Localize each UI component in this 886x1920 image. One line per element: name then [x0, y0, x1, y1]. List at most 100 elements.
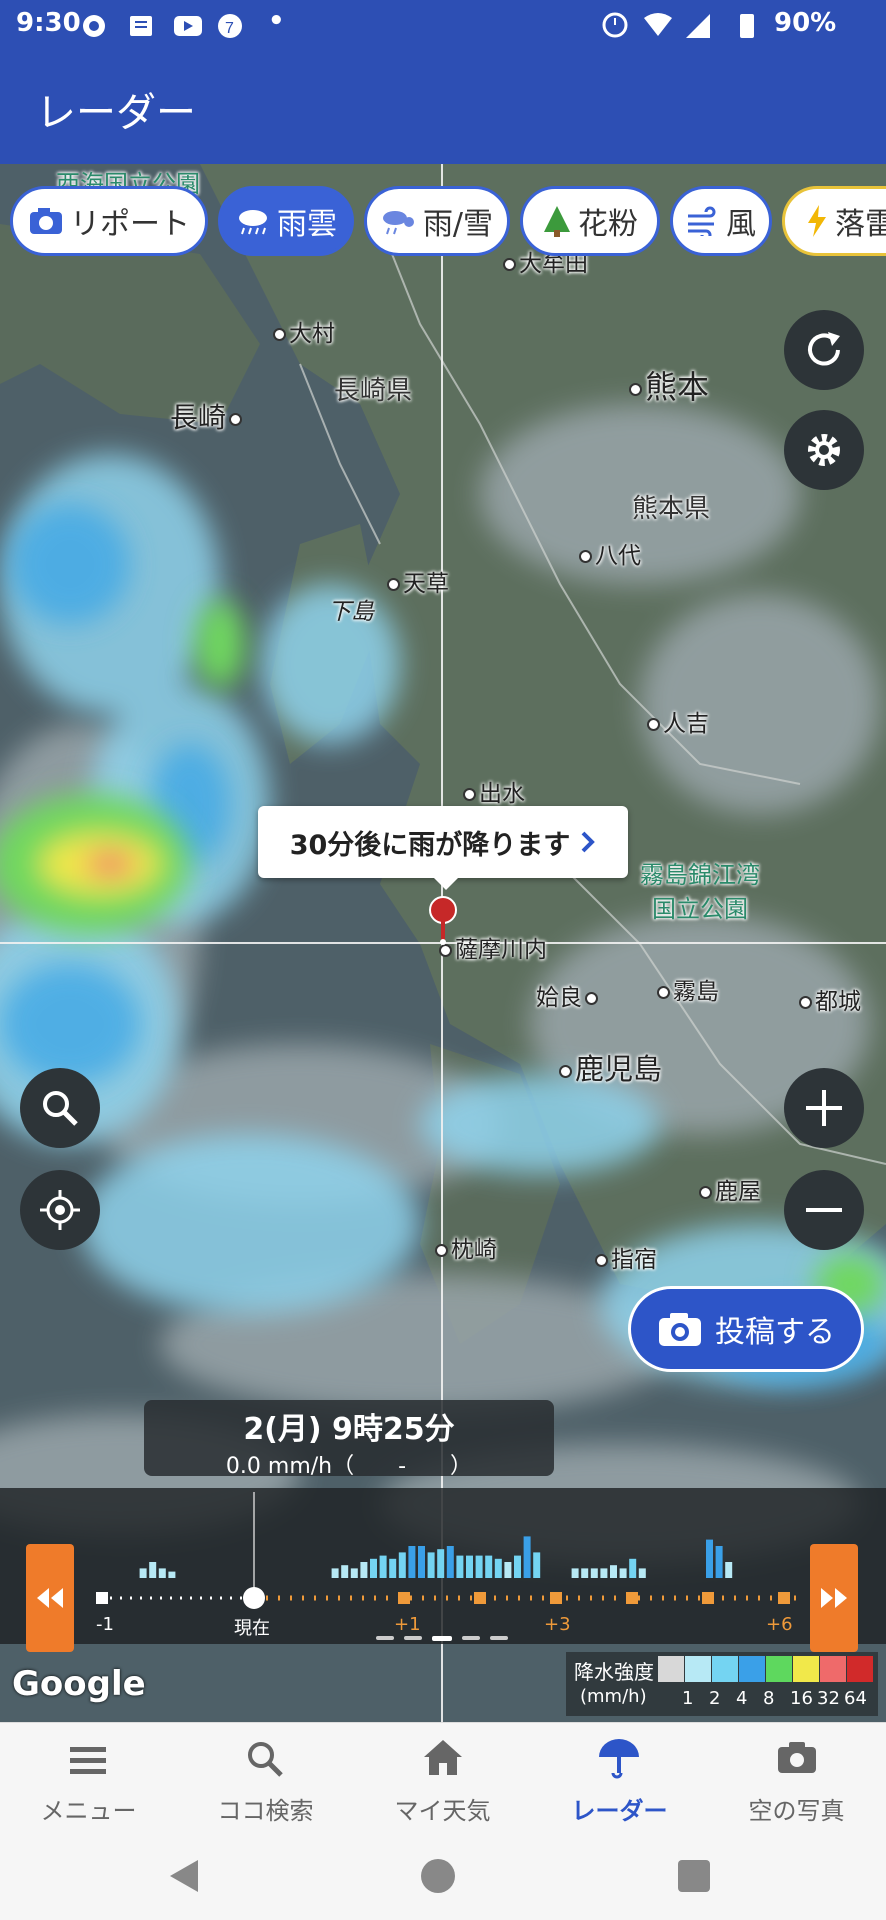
timeline-bar [389, 1558, 397, 1578]
back-icon[interactable] [164, 1856, 204, 1896]
label-kirishima-park: 霧島錦江湾 国立公園 [640, 861, 760, 923]
label-aira: 姶良 [536, 978, 601, 1012]
legend-title: 降水強度 [574, 1660, 654, 1684]
minus-icon [806, 1208, 842, 1212]
app-bar: レーダー [0, 50, 886, 164]
camera-icon [659, 1313, 701, 1346]
timeline-bar [629, 1558, 637, 1578]
time-info-box: 2(月) 9時25分 0.0 mm/h（ - ） [144, 1400, 554, 1479]
legend-value: 32 [817, 1688, 840, 1709]
timeline-bar [418, 1546, 425, 1578]
notification-icons: 7 [83, 14, 242, 38]
timeline-bar [360, 1562, 368, 1578]
chip-pollen[interactable]: 花粉 [520, 186, 660, 256]
legend-value: 64 [844, 1688, 867, 1709]
legend-swatch [739, 1656, 765, 1682]
timeline-panel[interactable]: -1 現在 +1 +3 +6 [0, 1488, 886, 1644]
label-kagoshima: 鹿児島 [556, 1046, 662, 1088]
timeline-bar [446, 1546, 454, 1578]
nav-my-weather[interactable]: マイ天気 [354, 1723, 531, 1833]
datetime-text: 2(月) 9時25分 [243, 1412, 455, 1447]
refresh-icon [808, 332, 840, 366]
bottom-nav: メニュー ココ検索 マイ天気 レーダー 空の写真 [0, 1722, 886, 1833]
recents-icon[interactable] [676, 1858, 712, 1894]
timeline-bar [638, 1568, 646, 1578]
svg-text:7: 7 [225, 20, 234, 37]
timeline-bar [715, 1546, 723, 1578]
fast-forward-icon [821, 1588, 847, 1608]
nav-radar[interactable]: レーダー [531, 1723, 708, 1833]
rain-forecast-popup[interactable]: 30分後に雨が降ります [258, 806, 628, 890]
timeline-bar [725, 1562, 733, 1578]
locate-icon [40, 1190, 80, 1230]
timeline-bar [590, 1568, 598, 1578]
nav-search-label: ココ検索 [217, 1797, 314, 1825]
fast-forward-button[interactable] [810, 1544, 858, 1652]
timeline-bar [398, 1552, 406, 1578]
nav-search[interactable]: ココ検索 [177, 1723, 354, 1833]
nav-sky-photos[interactable]: 空の写真 [708, 1723, 885, 1833]
rewind-button[interactable] [26, 1544, 74, 1652]
chip-report[interactable]: リポート [10, 186, 208, 256]
label-kumamoto: 熊本 [626, 362, 709, 408]
chip-wind[interactable]: 風 [670, 186, 772, 256]
chip-rain-snow-label: 雨/雪 [422, 207, 494, 242]
chip-rain-snow[interactable]: 雨/雪 [364, 186, 510, 256]
timeline-bar [437, 1549, 445, 1578]
current-location-button[interactable] [20, 1170, 100, 1250]
location-pin-icon[interactable] [428, 896, 458, 946]
search-icon [43, 1091, 78, 1126]
legend-swatch [766, 1656, 792, 1682]
timeline-bar [619, 1568, 627, 1578]
home-icon [424, 1740, 462, 1775]
home-button-icon[interactable] [418, 1856, 458, 1896]
label-kumamoto-pref: 熊本県 [632, 494, 711, 524]
timeline-bar [139, 1568, 147, 1578]
timeline-bar [504, 1562, 512, 1578]
legend-swatch [658, 1656, 684, 1682]
chip-report-label: リポート [70, 207, 190, 242]
nav-radar-label: レーダー [571, 1797, 668, 1825]
camera-icon [778, 1742, 816, 1773]
zoom-out-button[interactable] [784, 1170, 864, 1250]
label-kirishima: 霧島 [654, 972, 719, 1006]
tree-icon [544, 206, 570, 237]
intensity-text: 0.0 mm/h（ - ） [225, 1454, 473, 1479]
tick-plus3: +3 [544, 1614, 571, 1635]
timeline-bar [514, 1555, 521, 1578]
timeline-bar [168, 1571, 176, 1578]
label-kanoya: 鹿屋 [696, 1172, 761, 1206]
timeline-chart[interactable] [0, 1488, 886, 1644]
chevron-right-icon [581, 831, 596, 853]
refresh-button[interactable] [784, 310, 864, 390]
plus-icon [806, 1090, 842, 1126]
rewind-icon [37, 1588, 63, 1608]
settings-button[interactable] [784, 410, 864, 490]
label-izumi: 出水 [460, 774, 525, 808]
legend-value: 8 [763, 1688, 775, 1709]
legend-values: 1 2 4 8 16 32 64 [676, 1688, 876, 1714]
zoom-in-button[interactable] [784, 1068, 864, 1148]
post-button[interactable]: 投稿する [628, 1286, 864, 1372]
rain-snow-icon [382, 211, 414, 235]
chip-rain-cloud[interactable]: 雨雲 [218, 186, 354, 256]
timeline-bar [466, 1555, 473, 1578]
timeline-bar [350, 1568, 358, 1578]
chip-lightning[interactable]: 落雷 [782, 186, 886, 256]
legend-value: 16 [790, 1688, 813, 1709]
label-nagasaki-pref: 長崎県 [334, 376, 413, 406]
search-map-button[interactable] [20, 1068, 100, 1148]
legend-swatch [847, 1656, 873, 1682]
clock: 9:30 [16, 8, 81, 38]
nav-menu[interactable]: メニュー [0, 1723, 177, 1833]
notification-dot: • [268, 6, 285, 36]
timeline-bar [379, 1555, 387, 1578]
timeline-bar [485, 1555, 493, 1578]
label-amakusa: 天草 [384, 564, 449, 598]
chip-lightning-label: 落雷 [835, 207, 886, 242]
legend-unit: (mm/h) [580, 1686, 647, 1707]
label-nagasaki: 長崎 [170, 396, 245, 436]
timeline-bar [456, 1555, 464, 1578]
legend-color-scale [658, 1656, 873, 1682]
chip-rain-cloud-label: 雨雲 [277, 207, 337, 242]
